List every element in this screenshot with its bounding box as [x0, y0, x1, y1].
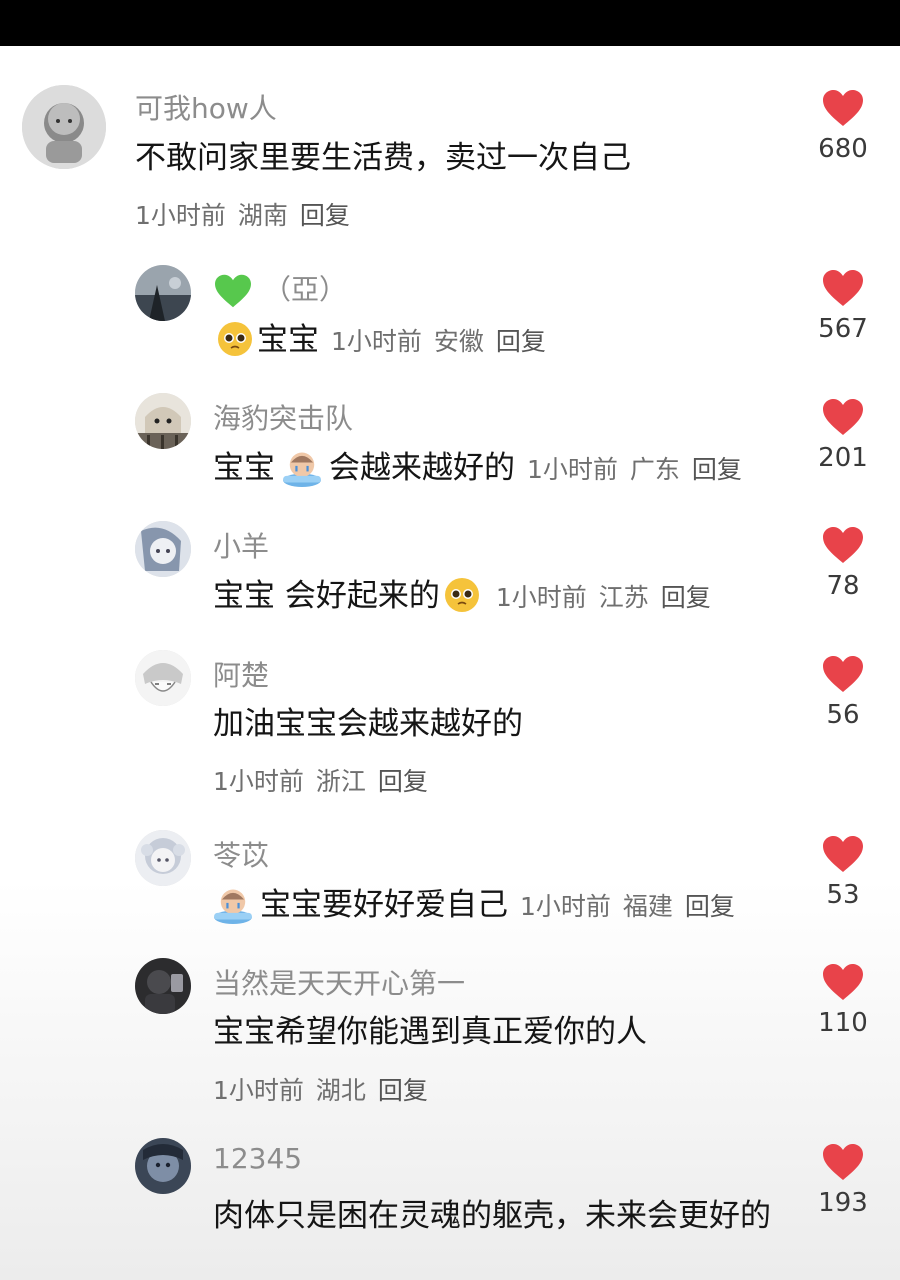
- heart-icon: [823, 270, 863, 306]
- avatar[interactable]: [135, 393, 191, 449]
- like-button[interactable]: 53: [808, 834, 878, 910]
- top-black-bar: [0, 0, 900, 46]
- like-button[interactable]: 110: [808, 962, 878, 1038]
- comment-text: 肉体只是困在灵魂的躯壳，未来会更好的: [213, 1198, 771, 1234]
- like-button[interactable]: 78: [808, 525, 878, 601]
- comment-time: 1小时前: [495, 583, 587, 612]
- pleading-face-emoji: [444, 577, 479, 612]
- like-button[interactable]: 193: [808, 1142, 878, 1218]
- like-count: 567: [818, 314, 868, 344]
- username[interactable]: 海豹突击队: [213, 397, 353, 437]
- username[interactable]: 12345: [213, 1142, 302, 1175]
- like-count: 56: [826, 700, 860, 730]
- comment-text-main: 宝宝要好好爱自己: [260, 887, 508, 923]
- comment-text: 不敢问家里要生活费，卖过一次自己: [135, 140, 631, 176]
- like-count: 193: [818, 1188, 868, 1218]
- reply-button[interactable]: 回复: [496, 327, 546, 356]
- comment-time: 1小时前: [213, 767, 304, 796]
- heart-icon: [823, 656, 863, 692]
- heart-icon: [823, 836, 863, 872]
- username[interactable]: 当然是天天开心第一: [213, 962, 465, 1002]
- like-button[interactable]: 201: [808, 397, 878, 473]
- heart-icon: [823, 1144, 863, 1180]
- reply-button[interactable]: 回复: [378, 1076, 428, 1105]
- heart-icon: [823, 964, 863, 1000]
- green-heart-icon: [215, 274, 251, 308]
- username-text: （亞）: [263, 273, 348, 306]
- comment-time: 1小时前: [135, 201, 226, 230]
- comment-text: 宝宝 会越来越好的 1小时前 广东 回复: [213, 448, 742, 490]
- comment-time: 1小时前: [527, 455, 618, 484]
- reply-button[interactable]: 回复: [378, 767, 428, 796]
- comment-location: 安徽: [433, 327, 484, 356]
- comment-text: 宝宝 会好起来的 1小时前 江苏 回复: [213, 576, 711, 618]
- like-count: 201: [818, 443, 868, 473]
- crying-bath-emoji: [283, 452, 321, 487]
- avatar[interactable]: [135, 265, 191, 321]
- avatar[interactable]: [135, 521, 191, 577]
- reply-button[interactable]: 回复: [692, 455, 742, 484]
- username[interactable]: 苓苡: [213, 834, 269, 874]
- comment-text-after: 会越来越好的: [329, 450, 515, 486]
- like-count: 53: [826, 880, 860, 910]
- comment-text: 宝宝 1小时前 安徽 回复: [213, 320, 546, 362]
- reply-button[interactable]: 回复: [661, 583, 711, 612]
- comment-text-main: 宝宝: [257, 322, 319, 358]
- like-count: 110: [818, 1008, 868, 1038]
- username[interactable]: 可我how人: [135, 87, 277, 127]
- username[interactable]: （亞）: [213, 268, 347, 309]
- comment-location: 广东: [629, 455, 680, 484]
- comment-text: 宝宝希望你能遇到真正爱你的人: [213, 1014, 647, 1050]
- reply-button[interactable]: 回复: [300, 201, 350, 230]
- like-count: 680: [818, 134, 868, 164]
- comment-text: 加油宝宝会越来越好的: [213, 706, 523, 742]
- comment-meta: 1小时前 湖北 回复: [213, 1071, 428, 1107]
- comment-text: 宝宝要好好爱自己 1小时前 福建 回复: [210, 885, 735, 927]
- crying-bath-emoji: [214, 889, 252, 924]
- comment-location: 浙江: [315, 767, 366, 796]
- pleading-face-emoji: [218, 321, 252, 356]
- heart-icon: [823, 527, 863, 563]
- reply-button[interactable]: 回复: [685, 892, 735, 921]
- username[interactable]: 阿楚: [213, 654, 269, 694]
- comment-location: 江苏: [598, 583, 649, 612]
- comment-meta: 1小时前 浙江 回复: [213, 762, 428, 798]
- heart-icon: [823, 399, 863, 435]
- comment-text-before: 宝宝: [213, 450, 275, 486]
- comment-text-main: 宝宝 会好起来的: [213, 578, 440, 614]
- username[interactable]: 小羊: [213, 525, 269, 565]
- like-count: 78: [826, 571, 860, 601]
- comment-location: 湖北: [315, 1076, 366, 1105]
- avatar[interactable]: [135, 650, 191, 706]
- comment-time: 1小时前: [213, 1076, 304, 1105]
- comment-location: 福建: [622, 892, 673, 921]
- comment-time: 1小时前: [331, 327, 422, 356]
- like-button[interactable]: 680: [808, 88, 878, 164]
- avatar[interactable]: [22, 85, 106, 169]
- avatar[interactable]: [135, 830, 191, 886]
- heart-icon: [823, 90, 863, 126]
- comment-time: 1小时前: [520, 892, 611, 921]
- comment-location: 湖南: [237, 201, 288, 230]
- avatar[interactable]: [135, 958, 191, 1014]
- avatar[interactable]: [135, 1138, 191, 1194]
- comment-meta: 1小时前 湖南 回复: [135, 196, 350, 232]
- like-button[interactable]: 56: [808, 654, 878, 730]
- like-button[interactable]: 567: [808, 268, 878, 344]
